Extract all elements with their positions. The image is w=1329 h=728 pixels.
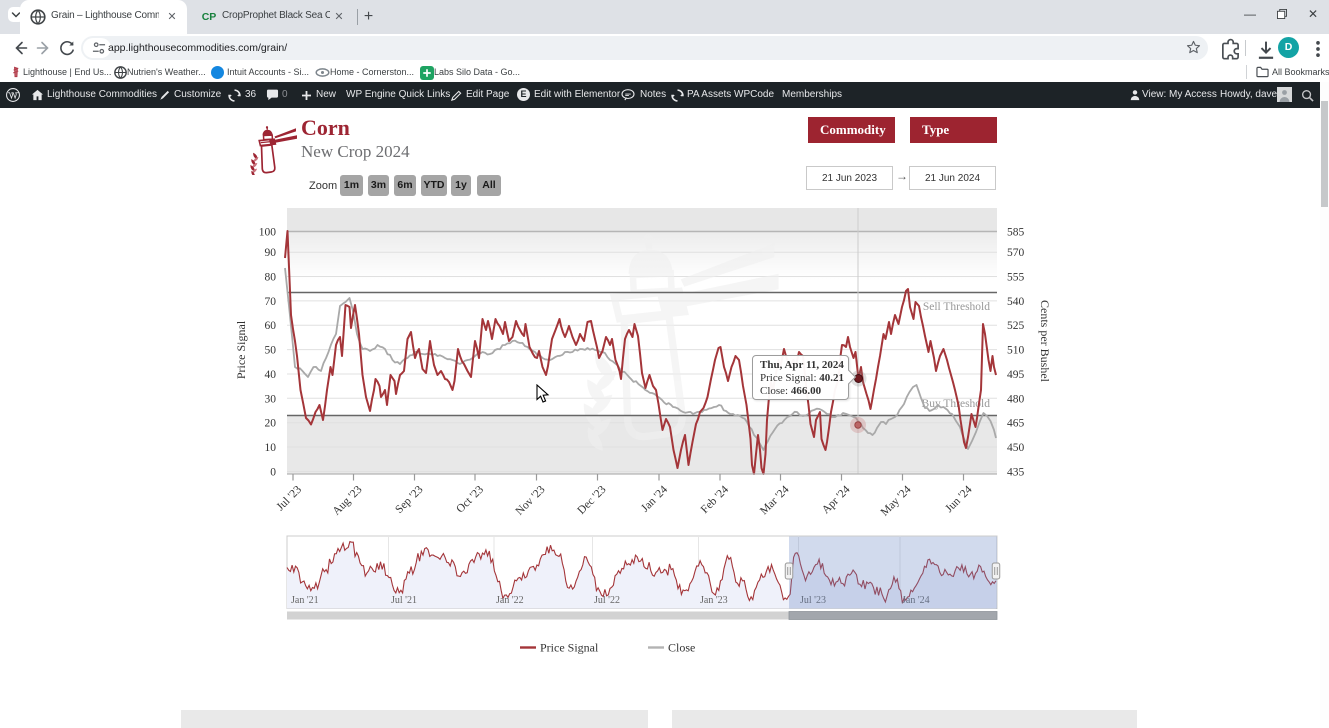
svg-text:495: 495 — [1007, 369, 1025, 381]
svg-text:90: 90 — [265, 247, 277, 259]
svg-text:Jan '24: Jan '24 — [639, 483, 670, 514]
svg-text:Sep '23: Sep '23 — [393, 483, 425, 515]
svg-text:Jul '23: Jul '23 — [275, 483, 305, 513]
svg-text:70: 70 — [265, 296, 277, 308]
svg-text:40: 40 — [265, 369, 277, 381]
svg-text:Jul '22: Jul '22 — [594, 595, 620, 606]
svg-text:Jan '21: Jan '21 — [291, 595, 319, 606]
svg-text:60: 60 — [265, 320, 277, 332]
svg-text:465: 465 — [1007, 418, 1025, 430]
svg-text:Apr '24: Apr '24 — [820, 483, 853, 516]
svg-text:20: 20 — [265, 418, 277, 430]
svg-text:555: 555 — [1007, 272, 1025, 284]
svg-text:570: 570 — [1007, 247, 1025, 259]
svg-text:30: 30 — [265, 393, 277, 405]
svg-text:100: 100 — [259, 227, 277, 239]
svg-text:Jun '24: Jun '24 — [943, 483, 975, 515]
svg-text:Aug '23: Aug '23 — [330, 483, 364, 517]
svg-text:80: 80 — [265, 272, 277, 284]
svg-text:525: 525 — [1007, 320, 1025, 332]
svg-text:Cents per Bushel: Cents per Bushel — [1038, 300, 1052, 383]
svg-text:Dec '23: Dec '23 — [575, 483, 608, 516]
svg-text:Price Signal: Price Signal — [540, 641, 599, 655]
svg-text:435: 435 — [1007, 467, 1025, 479]
svg-text:510: 510 — [1007, 345, 1025, 357]
svg-text:Nov '23: Nov '23 — [513, 483, 547, 517]
svg-text:50: 50 — [265, 345, 277, 357]
svg-text:May '24: May '24 — [879, 483, 914, 518]
svg-text:Jul '21: Jul '21 — [391, 595, 417, 606]
svg-text:10: 10 — [265, 442, 277, 454]
svg-text:Close: Close — [668, 641, 695, 655]
svg-text:540: 540 — [1007, 296, 1025, 308]
svg-text:585: 585 — [1007, 227, 1025, 239]
svg-text:Jan '22: Jan '22 — [496, 595, 524, 606]
svg-text:Sell Threshold: Sell Threshold — [923, 301, 990, 313]
svg-text:Jan '23: Jan '23 — [700, 595, 728, 606]
svg-text:Price Signal: Price Signal — [234, 320, 248, 379]
svg-text:450: 450 — [1007, 442, 1025, 454]
svg-text:480: 480 — [1007, 393, 1025, 405]
svg-text:Mar '24: Mar '24 — [758, 483, 792, 517]
svg-text:Oct '23: Oct '23 — [454, 483, 486, 515]
svg-text:Feb '24: Feb '24 — [699, 483, 731, 515]
svg-text:0: 0 — [270, 467, 276, 479]
